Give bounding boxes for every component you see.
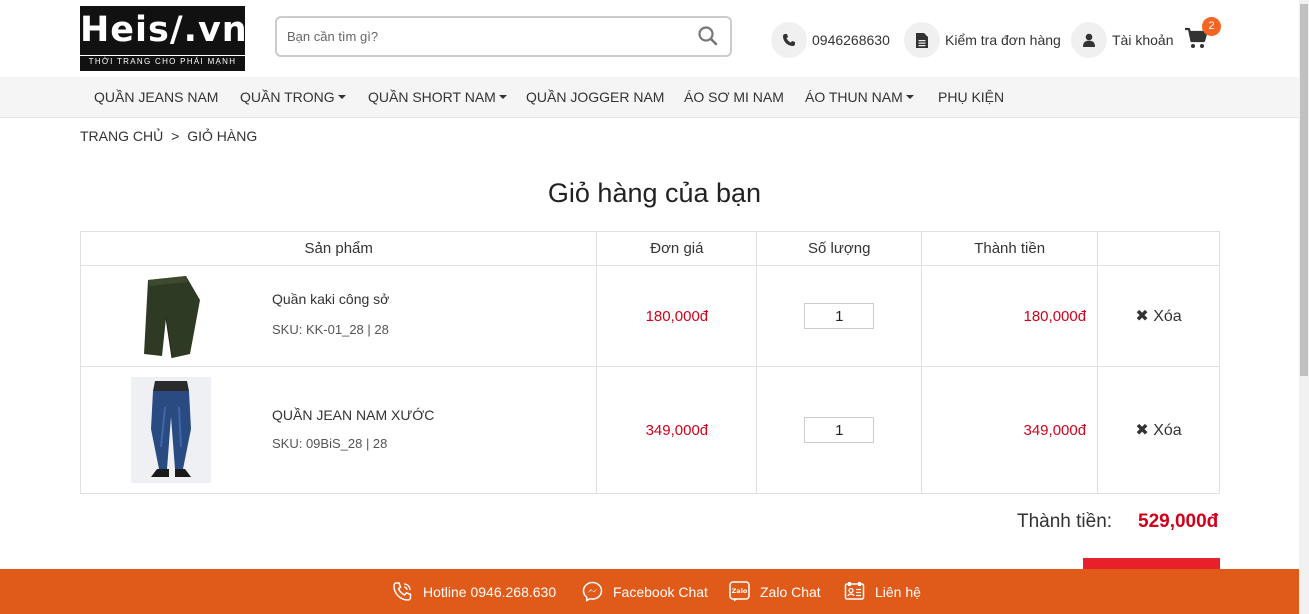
line-total: 180,000đ	[921, 265, 1099, 367]
product-sku: SKU: KK-01_28 | 28	[272, 322, 389, 337]
unit-price: 349,000đ	[596, 366, 758, 494]
contact-bar: Hotline 0946.268.630 Facebook Chat Zalo …	[0, 569, 1299, 614]
close-icon: ✖	[1135, 308, 1149, 325]
breadcrumb-separator: >	[171, 128, 180, 144]
site-logo[interactable]: Heis/.vn THỜI TRANG CHO PHÁI MẠNH	[80, 6, 248, 71]
search-input[interactable]	[287, 26, 687, 47]
page-title: Giỏ hàng của bạn	[547, 178, 762, 208]
document-icon	[904, 22, 940, 58]
quantity-input[interactable]	[804, 303, 875, 329]
contact-card-icon	[844, 582, 865, 600]
user-icon	[1071, 22, 1107, 58]
table-row: QUẦN JEAN NAM XƯỚC SKU: 09BiS_28 | 28 34…	[79, 366, 1220, 494]
product-image-khaki[interactable]	[136, 274, 206, 358]
account-link[interactable]: Tài khoản	[1071, 22, 1173, 58]
search-icon[interactable]	[697, 25, 719, 47]
delete-button[interactable]: ✖ Xóa	[1097, 366, 1220, 494]
table-header-row: Sản phẩm Đơn giá Số lượng Thành tiền	[79, 231, 1220, 266]
nav-item-ao-thun[interactable]: ÁO THUN NAM	[805, 77, 914, 117]
breadcrumb: TRANG CHỦ > GIỎ HÀNG	[80, 128, 261, 144]
nav-item-label: PHỤ KIỆN	[938, 89, 1005, 105]
column-header-quantity: Số lượng	[756, 231, 923, 266]
quantity-input[interactable]	[804, 417, 875, 443]
cart-total-value: 529,000đ	[1138, 511, 1219, 532]
nav-item-label: QUẦN TRONG	[240, 89, 335, 105]
quantity-cell	[756, 366, 923, 494]
hotline-button[interactable]: Hotline 0946.268.630	[392, 569, 556, 614]
quantity-cell	[756, 265, 923, 367]
nav-item-quan-trong[interactable]: QUẦN TRONG	[240, 77, 346, 117]
nav-item-label: ÁO THUN NAM	[805, 89, 903, 105]
nav-item-label: ÁO SƠ MI NAM	[684, 89, 784, 105]
column-header-product: Sản phẩm	[79, 231, 598, 266]
header-phone[interactable]: 0946268630	[771, 22, 890, 58]
nav-item-short[interactable]: QUẦN SHORT NAM	[368, 77, 507, 117]
unit-price: 180,000đ	[596, 265, 758, 367]
caret-down-icon	[498, 95, 507, 99]
nav-item-label: QUẦN JOGGER NAM	[526, 89, 665, 105]
caret-down-icon	[905, 95, 914, 99]
cart-total-label: Thành tiền:	[1017, 511, 1113, 532]
facebook-chat-button[interactable]: Facebook Chat	[582, 569, 708, 614]
line-total: 349,000đ	[921, 366, 1099, 494]
table-row: Quần kaki công sở SKU: KK-01_28 | 28 180…	[79, 265, 1220, 367]
main-nav: QUẦN JEANS NAM QUẦN TRONG QUẦN SHORT NAM…	[0, 77, 1299, 118]
search-box	[275, 16, 732, 57]
close-icon: ✖	[1135, 422, 1149, 439]
hotline-label: Hotline 0946.268.630	[423, 583, 557, 600]
product-name-link[interactable]: Quần kaki công sở	[272, 291, 389, 307]
delete-label: Xóa	[1153, 308, 1182, 325]
order-check-link[interactable]: Kiểm tra đơn hàng	[904, 22, 1061, 58]
product-image-jeans[interactable]	[131, 377, 211, 483]
page-scrollbar[interactable]	[1299, 0, 1309, 614]
breadcrumb-current: GIỎ HÀNG	[187, 128, 258, 144]
column-header-total: Thành tiền	[921, 231, 1099, 266]
caret-down-icon	[337, 95, 346, 99]
site-header: Heis/.vn THỜI TRANG CHO PHÁI MẠNH 094626…	[0, 0, 1299, 77]
delete-button[interactable]: ✖ Xóa	[1097, 265, 1220, 367]
messenger-icon	[582, 581, 603, 602]
contact-button[interactable]: Liên hệ	[844, 569, 921, 614]
nav-item-label: QUẦN JEANS NAM	[94, 89, 219, 105]
nav-item-label: QUẦN SHORT NAM	[368, 89, 496, 105]
logo-tagline: THỜI TRANG CHO PHÁI MẠNH	[80, 55, 245, 68]
phone-number: 0946268630	[812, 32, 890, 48]
nav-item-jogger[interactable]: QUẦN JOGGER NAM	[526, 77, 664, 117]
delete-label: Xóa	[1153, 422, 1182, 439]
phone-icon	[771, 22, 807, 58]
nav-item-phu-kien[interactable]: PHỤ KIỆN	[938, 77, 1004, 117]
product-sku: SKU: 09BiS_28 | 28	[272, 436, 388, 451]
zalo-chat-button[interactable]: Zalo Zalo Chat	[729, 569, 821, 614]
facebook-chat-label: Facebook Chat	[613, 583, 708, 600]
order-check-label: Kiểm tra đơn hàng	[945, 32, 1061, 48]
column-header-unit-price: Đơn giá	[596, 231, 758, 266]
zalo-icon-text: Zalo	[732, 587, 748, 595]
zalo-icon: Zalo	[729, 581, 750, 602]
zalo-chat-label: Zalo Chat	[760, 583, 821, 600]
nav-item-jeans[interactable]: QUẦN JEANS NAM	[94, 77, 218, 117]
cart-table: Sản phẩm Đơn giá Số lượng Thành tiền Quầ…	[79, 231, 1220, 494]
nav-item-so-mi[interactable]: ÁO SƠ MI NAM	[684, 77, 784, 117]
product-name-link[interactable]: QUẦN JEAN NAM XƯỚC	[272, 407, 434, 423]
logo-text: Heis/.vn	[80, 10, 248, 50]
breadcrumb-home-link[interactable]: TRANG CHỦ	[80, 128, 163, 144]
cart-count-badge: 2	[1202, 17, 1221, 36]
product-cell: Quần kaki công sở SKU: KK-01_28 | 28	[79, 265, 598, 367]
contact-label: Liên hệ	[875, 583, 921, 600]
account-label: Tài khoản	[1112, 32, 1174, 48]
column-header-actions	[1097, 231, 1220, 266]
product-cell: QUẦN JEAN NAM XƯỚC SKU: 09BiS_28 | 28	[79, 366, 598, 494]
phone-icon	[393, 582, 412, 601]
